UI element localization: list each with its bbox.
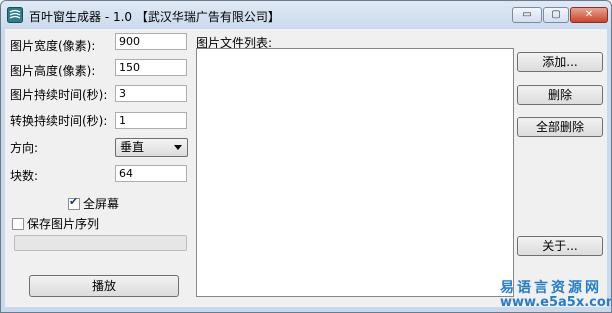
- duration-label: 图片持续时间(秒):: [10, 88, 108, 102]
- window-title: 百叶窗生成器 - 1.0 【武汉华瑞广告有限公司】: [29, 10, 280, 24]
- delete-button[interactable]: 删除: [517, 85, 603, 105]
- direction-label: 方向:: [10, 141, 39, 155]
- duration-input[interactable]: 3: [115, 85, 187, 102]
- blocks-label: 块数:: [10, 169, 39, 183]
- fullscreen-checkbox-row[interactable]: ✔ 全屏幕: [68, 195, 119, 212]
- direction-select[interactable]: 垂直: [115, 138, 188, 157]
- add-button[interactable]: 添加...: [517, 52, 603, 72]
- transition-input[interactable]: 1: [115, 112, 187, 129]
- blocks-input[interactable]: 64: [115, 165, 187, 182]
- save-sequence-checkbox-row[interactable]: 保存图片序列: [12, 215, 99, 232]
- maximize-button[interactable]: ▢: [543, 7, 569, 23]
- app-window: 百叶窗生成器 - 1.0 【武汉华瑞广告有限公司】 ▭ ▢ ✕ 图片宽度(像素)…: [0, 0, 612, 313]
- app-icon: [7, 7, 23, 23]
- client-area: 图片宽度(像素): 900 图片高度(像素): 150 图片持续时间(秒): 3…: [5, 29, 611, 310]
- height-input[interactable]: 150: [115, 59, 187, 76]
- watermark-url: www.e5a5x.com: [500, 295, 612, 310]
- save-sequence-checkbox[interactable]: [12, 218, 24, 230]
- check-icon: ✔: [69, 195, 79, 208]
- width-input[interactable]: 900: [115, 33, 187, 50]
- watermark-title: 易语言资源网: [500, 280, 602, 296]
- delete-all-button[interactable]: 全部删除: [517, 117, 603, 137]
- fullscreen-label: 全屏幕: [83, 197, 120, 211]
- minimize-button[interactable]: ▭: [512, 7, 542, 23]
- fullscreen-checkbox[interactable]: ✔: [68, 195, 80, 210]
- chevron-down-icon: [174, 145, 182, 150]
- file-list[interactable]: [196, 48, 514, 297]
- title-bar[interactable]: 百叶窗生成器 - 1.0 【武汉华瑞广告有限公司】 ▭ ▢ ✕: [1, 1, 611, 29]
- save-sequence-label: 保存图片序列: [27, 217, 100, 231]
- height-label: 图片高度(像素):: [10, 64, 96, 78]
- direction-value: 垂直: [120, 140, 145, 154]
- about-button[interactable]: 关于...: [517, 236, 603, 256]
- play-button[interactable]: 播放: [29, 275, 179, 297]
- progress-bar: [14, 235, 187, 251]
- transition-label: 转换持续时间(秒):: [10, 114, 108, 128]
- close-button[interactable]: ✕: [570, 7, 608, 23]
- width-label: 图片宽度(像素):: [10, 39, 96, 53]
